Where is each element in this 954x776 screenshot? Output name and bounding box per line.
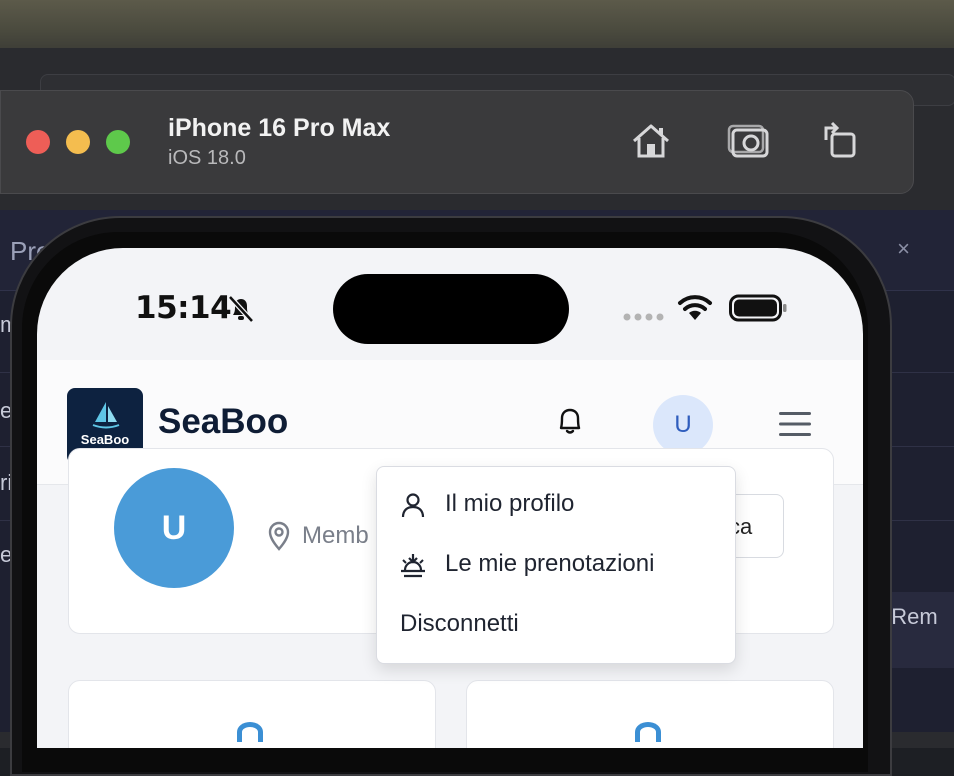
home-icon[interactable]: [628, 118, 674, 164]
brand-name[interactable]: SeaBoo: [158, 402, 288, 442]
bell-icon[interactable]: [553, 404, 587, 438]
user-icon: [401, 493, 425, 518]
sailboat-icon: [92, 402, 120, 429]
logo-text: SeaBoo: [80, 432, 130, 447]
device-name: iPhone 16 Pro Max: [168, 114, 391, 142]
minimize-window-button[interactable]: [66, 130, 90, 154]
stat-card-icon: [237, 722, 263, 742]
zoom-window-button[interactable]: [106, 130, 130, 154]
hamburger-menu-icon[interactable]: [777, 408, 813, 440]
menu-item-label: Il mio profilo: [445, 490, 575, 517]
profile-avatar: U: [114, 468, 234, 588]
dynamic-island: [333, 274, 569, 344]
screenshot-icon[interactable]: [727, 118, 773, 164]
status-time: 15:14: [135, 290, 232, 326]
signal-dots-icon: [623, 313, 664, 321]
menu-item-profile[interactable]: Il mio profilo: [377, 477, 735, 533]
simulator-titlebar: [0, 90, 914, 194]
close-window-button[interactable]: [26, 130, 50, 154]
member-location-text: Memb: [302, 522, 369, 549]
rotate-icon[interactable]: [818, 118, 864, 164]
sunset-boat-icon: [401, 554, 425, 578]
stat-card-icon: [635, 722, 661, 742]
editor-close-icon[interactable]: ×: [897, 236, 910, 262]
bell-slash-icon: [228, 295, 254, 323]
location-pin-icon: [268, 521, 290, 551]
menu-item-bookings[interactable]: Le mie prenotazioni: [377, 537, 735, 593]
battery-icon: [729, 294, 787, 322]
wifi-icon: [678, 295, 712, 320]
user-avatar-button[interactable]: U: [653, 395, 713, 455]
os-version: iOS 18.0: [168, 147, 246, 169]
user-dropdown-menu: Il mio profilo Le mie prenotazioni Disco…: [376, 466, 736, 664]
desktop-wallpaper: [0, 0, 954, 52]
menu-item-label: Le mie prenotazioni: [445, 550, 655, 577]
menu-item-label: Disconnetti: [400, 610, 519, 637]
phone-screen: 15:14 SeaBoo SeaBoo U U Memb ca Il mio p…: [37, 248, 863, 748]
menu-item-logout[interactable]: Disconnetti: [377, 597, 735, 653]
